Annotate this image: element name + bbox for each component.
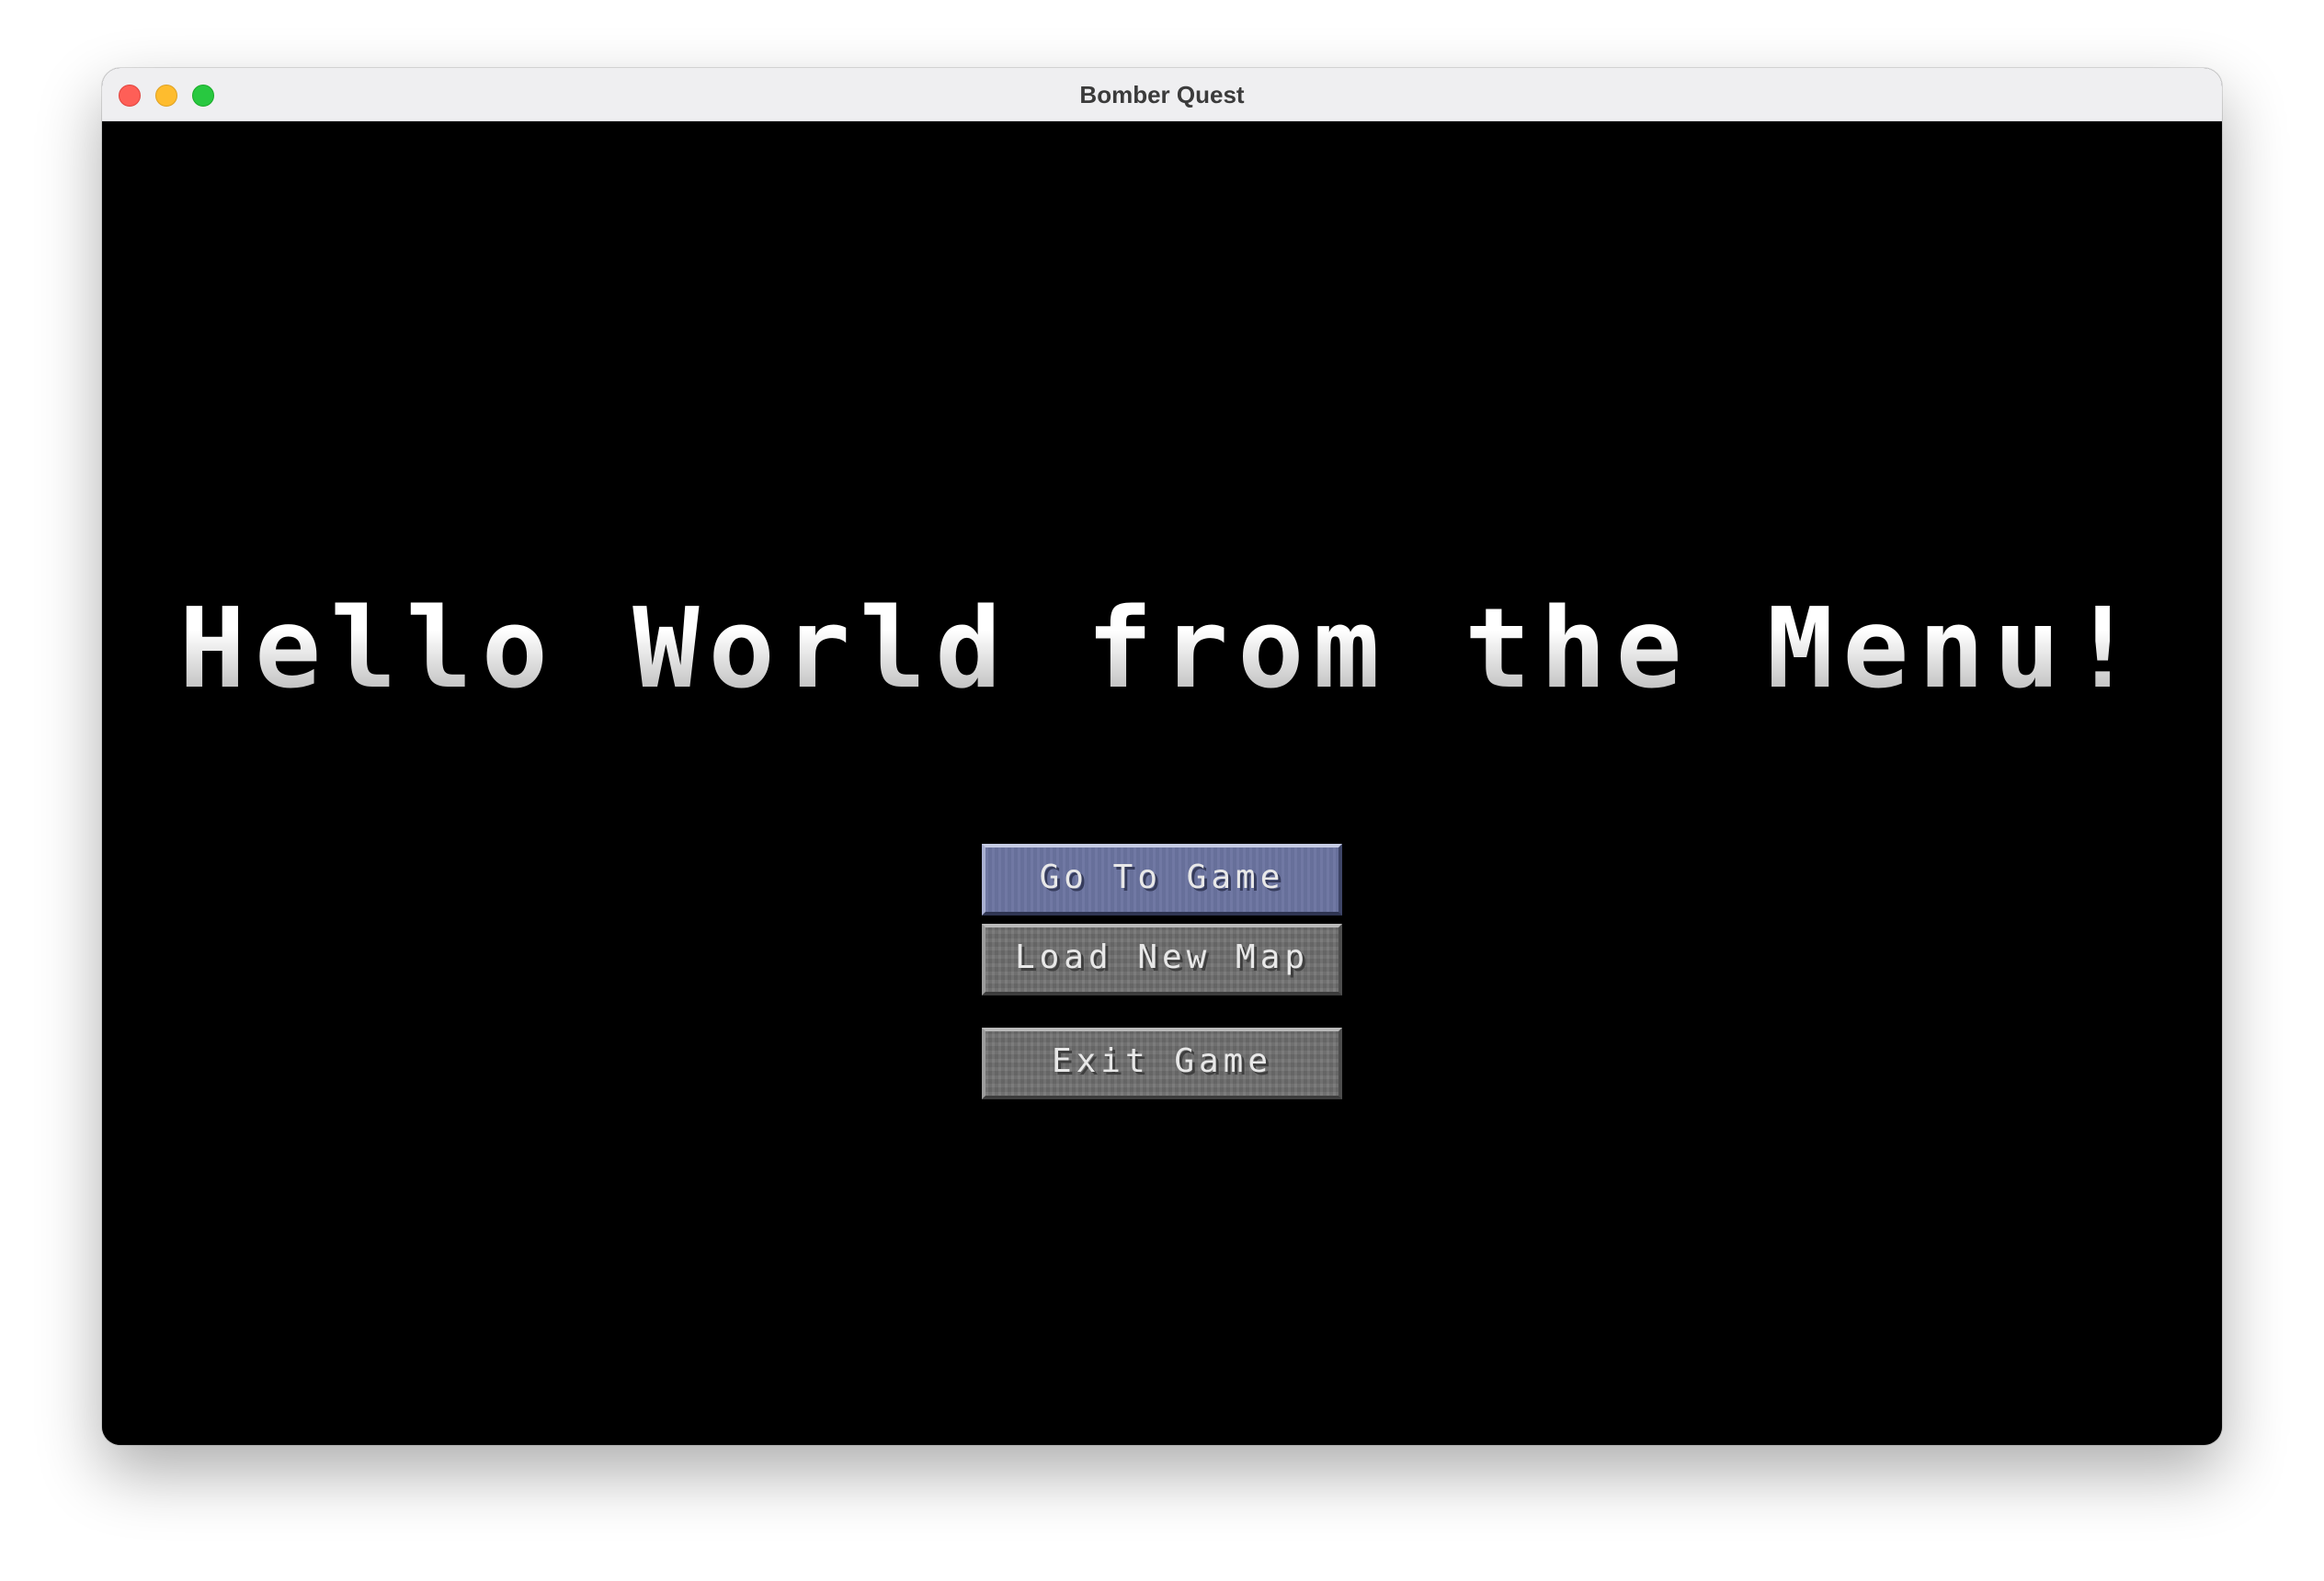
load-new-map-button[interactable]: Load New Map — [982, 924, 1342, 995]
app-window: Bomber Quest Hello World from the Menu! … — [102, 68, 2222, 1445]
game-canvas: Hello World from the Menu! Go To Game Lo… — [102, 121, 2222, 1445]
exit-game-button[interactable]: Exit Game — [982, 1028, 1342, 1099]
go-to-game-button[interactable]: Go To Game — [982, 844, 1342, 916]
title-bar[interactable]: Bomber Quest — [102, 68, 2222, 121]
window-title: Bomber Quest — [1079, 81, 1245, 108]
menu-title: Hello World from the Menu! — [102, 586, 2222, 714]
